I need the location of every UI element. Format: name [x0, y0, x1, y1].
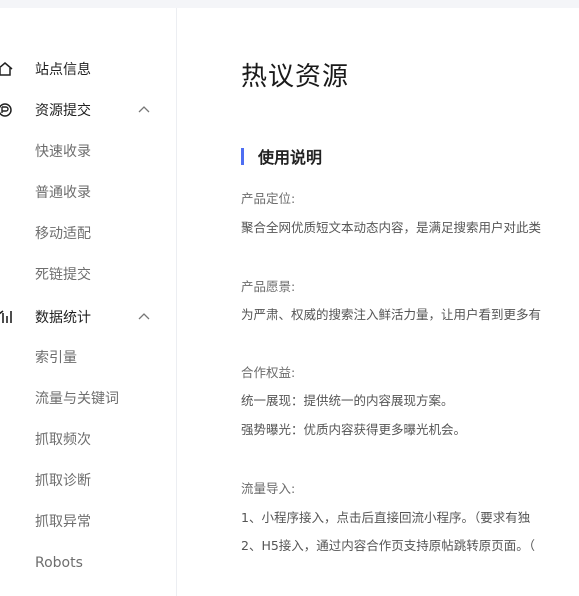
positioning-text: 聚合全网优质短文本动态内容，是满足搜索用户对此类	[241, 220, 542, 235]
section-accent-bar	[241, 148, 244, 165]
sidebar-item-mobile-adapt[interactable]: 移动适配	[0, 217, 176, 249]
sidebar-item-traffic-keywords[interactable]: 流量与关键词	[0, 382, 176, 414]
sidebar-item-label: 抓取异常	[35, 514, 91, 530]
benefit-item: 强势曝光：优质内容获得更多曝光机会。	[241, 422, 467, 437]
sidebar-item-label: 索引量	[35, 350, 77, 366]
vision-label: 产品愿景:	[241, 279, 296, 294]
traffic-item: 2、H5接入，通过内容合作页支持原帖跳转原页面。（	[241, 538, 536, 553]
main-content: 热议资源 使用说明 产品定位: 聚合全网优质短文本动态内容，是满足搜索用户对此类…	[177, 8, 579, 596]
sidebar-item-robots[interactable]: Robots	[0, 547, 176, 579]
top-bar	[0, 0, 579, 8]
sidebar-item-resource-submit[interactable]: 资源提交	[0, 94, 176, 126]
sidebar-item-dead-link[interactable]: 死链提交	[0, 258, 176, 290]
sidebar-item-statistics[interactable]: 数据统计	[0, 301, 176, 333]
sidebar: 站点信息 资源提交 快速收录 普通收录 移动适配 死链提交 数据统计 索引量 流…	[0, 8, 177, 596]
positioning-label: 产品定位:	[241, 191, 296, 206]
sidebar-item-label: 抓取诊断	[35, 473, 91, 489]
sidebar-item-crawl-diagnosis[interactable]: 抓取诊断	[0, 464, 176, 496]
statistics-icon	[0, 308, 14, 326]
sidebar-item-crawl-errors[interactable]: 抓取异常	[0, 505, 176, 537]
sidebar-item-normal-index[interactable]: 普通收录	[0, 176, 176, 208]
chevron-up-icon[interactable]	[136, 309, 152, 325]
sidebar-item-label: 死链提交	[35, 267, 91, 283]
sidebar-item-crawl-frequency[interactable]: 抓取频次	[0, 423, 176, 455]
traffic-label: 流量导入:	[241, 481, 296, 496]
vision-text: 为严肃、权威的搜索注入鲜活力量，让用户看到更多有	[241, 307, 542, 322]
sidebar-item-label: 数据统计	[35, 310, 91, 326]
page-title: 热议资源	[241, 62, 350, 92]
sidebar-item-label: 资源提交	[35, 103, 91, 119]
sidebar-item-label: 快速收录	[35, 144, 91, 160]
traffic-item: 1、小程序接入，点击后直接回流小程序。（要求有独	[241, 510, 531, 525]
sidebar-item-label: 站点信息	[35, 62, 91, 78]
sidebar-item-index-volume[interactable]: 索引量	[0, 341, 176, 373]
sidebar-item-label: 普通收录	[35, 185, 91, 201]
sidebar-item-fast-index[interactable]: 快速收录	[0, 135, 176, 167]
sidebar-item-label: Robots	[35, 555, 83, 571]
section-title: 使用说明	[258, 148, 323, 167]
chevron-up-icon[interactable]	[136, 102, 152, 118]
sidebar-item-site-info[interactable]: 站点信息	[0, 53, 176, 85]
home-icon	[0, 60, 14, 78]
benefit-item: 统一展现：提供统一的内容展现方案。	[241, 393, 454, 408]
sidebar-item-label: 移动适配	[35, 226, 91, 242]
resource-submit-icon	[0, 101, 14, 119]
sidebar-item-label: 流量与关键词	[35, 391, 119, 407]
benefits-label: 合作权益:	[241, 365, 296, 380]
sidebar-item-label: 抓取频次	[35, 432, 91, 448]
